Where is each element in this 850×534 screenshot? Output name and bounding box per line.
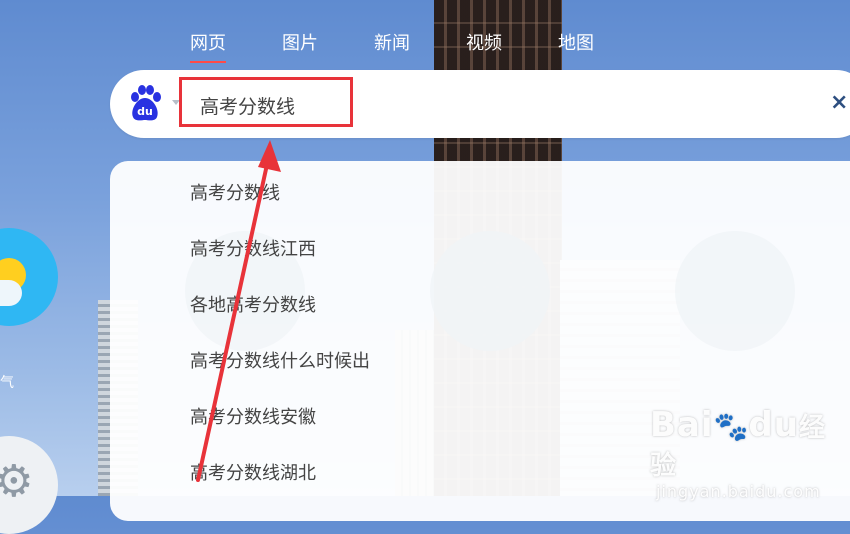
- suggestion-item[interactable]: 各地高考分数线: [190, 291, 316, 317]
- watermark-brand-left: Bai: [650, 405, 714, 445]
- suggestion-item[interactable]: 高考分数线: [190, 179, 280, 205]
- weather-label: 气: [0, 375, 14, 391]
- suggestion-item[interactable]: 高考分数线安徽: [190, 403, 316, 429]
- logo-text: du: [137, 105, 153, 118]
- tab-video[interactable]: 视频: [466, 29, 502, 61]
- suggestion-item[interactable]: 高考分数线江西: [190, 235, 316, 261]
- suggestion-item[interactable]: 高考分数线湖北: [190, 459, 316, 485]
- tab-web[interactable]: 网页: [190, 29, 226, 63]
- query-highlight-box: [179, 77, 353, 127]
- baidu-paw-icon[interactable]: du: [126, 84, 164, 124]
- close-icon[interactable]: ×: [830, 90, 848, 115]
- watermark-domain: jingyan.baidu.com: [656, 482, 821, 501]
- search-type-tabs: 网页 图片 新闻 视频 地图: [190, 29, 650, 63]
- paw-icon: 🐾: [713, 410, 749, 443]
- tab-map[interactable]: 地图: [558, 29, 594, 61]
- tab-news[interactable]: 新闻: [374, 29, 410, 61]
- gear-icon: ⚙: [0, 456, 34, 507]
- suggestion-item[interactable]: 高考分数线什么时候出: [190, 347, 370, 373]
- faded-shortcut-bubble: [675, 231, 795, 351]
- baidu-jingyan-watermark: Bai🐾du经验 jingyan.baidu.com: [650, 405, 850, 501]
- tab-images[interactable]: 图片: [282, 29, 318, 61]
- faded-shortcut-bubble: [430, 231, 550, 351]
- watermark-brand-right: du: [748, 405, 799, 445]
